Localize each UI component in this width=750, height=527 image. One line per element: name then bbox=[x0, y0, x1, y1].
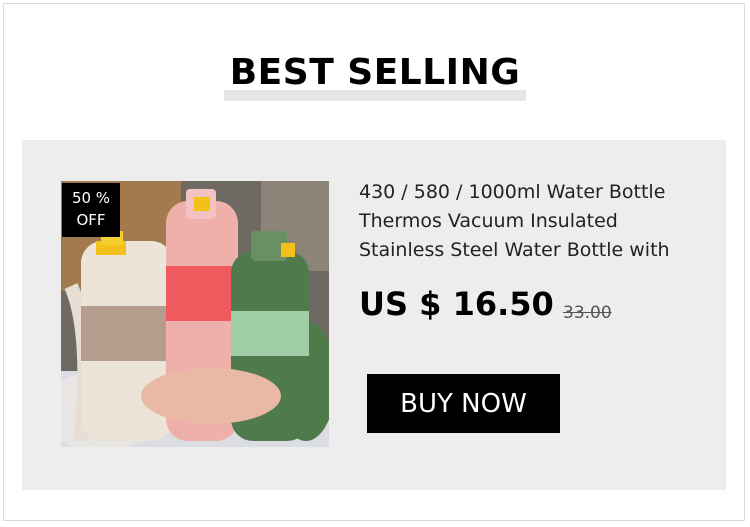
sale-price: US $ 16.50 bbox=[359, 285, 554, 323]
section-heading: BEST SELLING bbox=[229, 52, 521, 93]
heading-wrap: BEST SELLING bbox=[0, 52, 750, 93]
original-price: 33.00 bbox=[563, 303, 612, 323]
product-title-line: Stainless Steel Water Bottle with bbox=[359, 239, 670, 261]
product-title-line: 430 / 580 / 1000ml Water Bottle bbox=[359, 181, 666, 203]
discount-badge-percent: 50 % bbox=[71, 189, 111, 207]
discount-badge-off: OFF bbox=[76, 211, 106, 229]
product-title[interactable]: 430 / 580 / 1000ml Water Bottle Thermos … bbox=[359, 178, 699, 265]
buy-now-button[interactable]: BUY NOW bbox=[367, 374, 560, 433]
discount-badge: 50 % OFF bbox=[62, 183, 120, 237]
product-title-line: Thermos Vacuum Insulated bbox=[359, 210, 618, 232]
